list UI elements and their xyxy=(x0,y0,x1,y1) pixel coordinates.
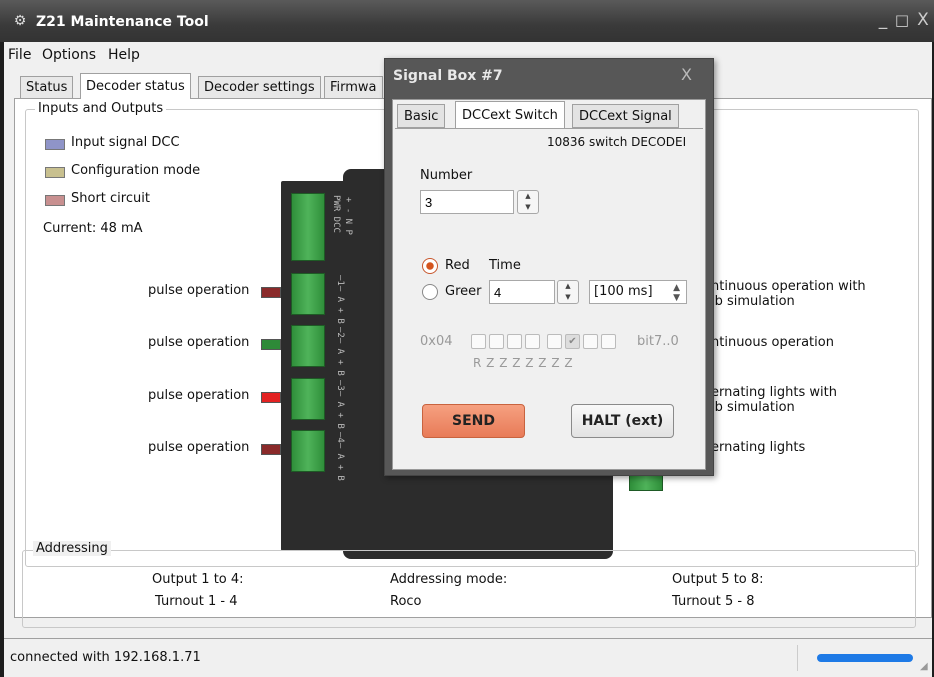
output-3-mode: pulse operation xyxy=(148,388,250,403)
legend-short-swatch xyxy=(45,195,65,206)
menu-options[interactable]: Options xyxy=(42,47,96,63)
connector-out-2 xyxy=(291,325,325,367)
dialog-tab-basic[interactable]: Basic xyxy=(397,104,446,128)
maximize-button[interactable]: □ xyxy=(893,10,911,30)
addressing-title: Addressing xyxy=(33,541,111,556)
addressing-col3-head: Output 5 to 8: xyxy=(672,572,764,587)
stepper-up-icon[interactable]: ▲ xyxy=(518,191,538,202)
dialog-title: Signal Box #7 xyxy=(393,68,503,84)
connector-pwr xyxy=(291,193,325,261)
output-7-line2: lb simulation xyxy=(711,400,795,415)
hex-value: 0x04 xyxy=(420,334,453,349)
output-5-line2: lb simulation xyxy=(711,294,795,309)
inputs-outputs-title: Inputs and Outputs xyxy=(35,101,167,116)
output-2-mode: pulse operation xyxy=(148,335,250,350)
tab-firmware[interactable]: Firmwa xyxy=(324,76,383,98)
radio-red-label[interactable]: Red xyxy=(445,258,470,273)
bit-2-checkbox[interactable]: ✔ xyxy=(565,334,580,349)
radio-red[interactable] xyxy=(422,258,438,274)
addressing-col2-value: Roco xyxy=(390,594,422,609)
output-1-led xyxy=(261,287,281,298)
legend-config-swatch xyxy=(45,167,65,178)
decoder-type: 10836 switch DECODEI xyxy=(547,135,687,149)
bit-letters: R Z Z Z Z Z Z Z xyxy=(473,356,574,370)
bit-0-checkbox[interactable] xyxy=(601,334,616,349)
addressing-col1-head: Output 1 to 4: xyxy=(152,572,244,587)
tab-status[interactable]: Status xyxy=(20,76,74,98)
radio-green-label[interactable]: Greer xyxy=(445,284,481,299)
connection-progress xyxy=(817,654,913,662)
output-5-mode: ntinuous operation with lb simulation xyxy=(711,279,866,309)
connector-out-3-label: —3— A + B xyxy=(335,380,345,429)
connector-out-1 xyxy=(291,273,325,315)
connector-pwr-label: PWR DCC xyxy=(331,195,341,233)
title-bar: ⚙ Z21 Maintenance Tool _ □ X xyxy=(0,0,934,42)
output-5-line1: ntinuous operation with xyxy=(711,279,866,294)
legend-dcc-swatch xyxy=(45,139,65,150)
bits-label: bit7..0 xyxy=(637,334,679,349)
time-input[interactable] xyxy=(489,280,555,304)
dialog-tab-dccext-signal[interactable]: DCCext Signal xyxy=(572,104,679,128)
menu-file[interactable]: File xyxy=(8,47,31,63)
signal-box-dialog: Signal Box #7 X Basic DCCext Switch DCCe… xyxy=(384,58,714,476)
minimize-button[interactable]: _ xyxy=(874,10,892,30)
tab-decoder-status[interactable]: Decoder status xyxy=(80,73,191,99)
number-label: Number xyxy=(420,168,473,183)
output-7-mode: ernating lights with lb simulation xyxy=(711,385,837,415)
select-arrows-icon: ▲ ▼ xyxy=(673,283,680,303)
bit-5-checkbox[interactable] xyxy=(507,334,522,349)
stepper-up-icon[interactable]: ▲ xyxy=(558,281,578,292)
bit-4-checkbox[interactable] xyxy=(525,334,540,349)
send-button[interactable]: SEND xyxy=(422,404,525,438)
legend-short-label: Short circuit xyxy=(71,191,150,206)
window-title: Z21 Maintenance Tool xyxy=(36,14,209,30)
radio-green[interactable] xyxy=(422,284,438,300)
output-2-led xyxy=(261,339,281,350)
tab-decoder-settings[interactable]: Decoder settings xyxy=(198,76,321,98)
output-1-mode: pulse operation xyxy=(148,283,250,298)
time-stepper[interactable]: ▲ ▼ xyxy=(557,280,579,304)
menu-help[interactable]: Help xyxy=(108,47,140,63)
legend-dcc-label: Input signal DCC xyxy=(71,135,180,150)
legend-config-label: Configuration mode xyxy=(71,163,201,178)
addressing-col3-value: Turnout 5 - 8 xyxy=(672,594,755,609)
connector-out-3 xyxy=(291,378,325,420)
connection-status: connected with 192.168.1.71 xyxy=(10,650,201,665)
output-4-led xyxy=(261,444,281,455)
connector-out-2-label: —2— A + B xyxy=(335,327,345,376)
bit-6-checkbox[interactable] xyxy=(489,334,504,349)
output-6-mode: ntinuous operation xyxy=(711,335,834,350)
bit-7-checkbox[interactable] xyxy=(471,334,486,349)
connector-pwr-pins: + - N P xyxy=(343,197,353,235)
halt-button[interactable]: HALT (ext) xyxy=(571,404,674,438)
current-readout: Current: 48 mA xyxy=(43,221,143,236)
connector-out-4 xyxy=(291,430,325,472)
time-unit-select[interactable]: [100 ms] ▲ ▼ xyxy=(589,280,687,304)
app-icon: ⚙ xyxy=(13,13,27,29)
close-button[interactable]: X xyxy=(914,10,932,30)
time-unit-value: [100 ms] xyxy=(594,284,653,299)
output-7-line1: ernating lights with xyxy=(711,385,837,400)
stepper-down-icon[interactable]: ▼ xyxy=(518,202,538,213)
connector-out-1-label: —1— A + B xyxy=(335,275,345,324)
resize-grip-icon[interactable]: ◢ xyxy=(920,661,928,672)
dialog-tab-dccext-switch[interactable]: DCCext Switch xyxy=(455,101,565,129)
connector-out-4-label: —4— A + B xyxy=(335,432,345,481)
output-4-mode: pulse operation xyxy=(148,440,250,455)
number-stepper[interactable]: ▲ ▼ xyxy=(517,190,539,214)
time-label: Time xyxy=(489,258,521,273)
addressing-group xyxy=(22,550,916,628)
addressing-col2-head: Addressing mode: xyxy=(390,572,508,587)
dialog-panel: Basic DCCext Switch DCCext Signal 10836 … xyxy=(392,99,706,470)
stepper-down-icon[interactable]: ▼ xyxy=(558,292,578,303)
output-8-mode: ernating lights xyxy=(711,440,806,455)
dialog-close-icon[interactable]: X xyxy=(681,65,692,84)
status-bar: connected with 192.168.1.71 ◢ xyxy=(4,638,932,677)
bit-3-checkbox[interactable] xyxy=(547,334,562,349)
number-input[interactable] xyxy=(420,190,514,214)
status-divider xyxy=(797,645,798,671)
bit-1-checkbox[interactable] xyxy=(583,334,598,349)
addressing-col1-value: Turnout 1 - 4 xyxy=(155,594,238,609)
output-3-led xyxy=(261,392,281,403)
